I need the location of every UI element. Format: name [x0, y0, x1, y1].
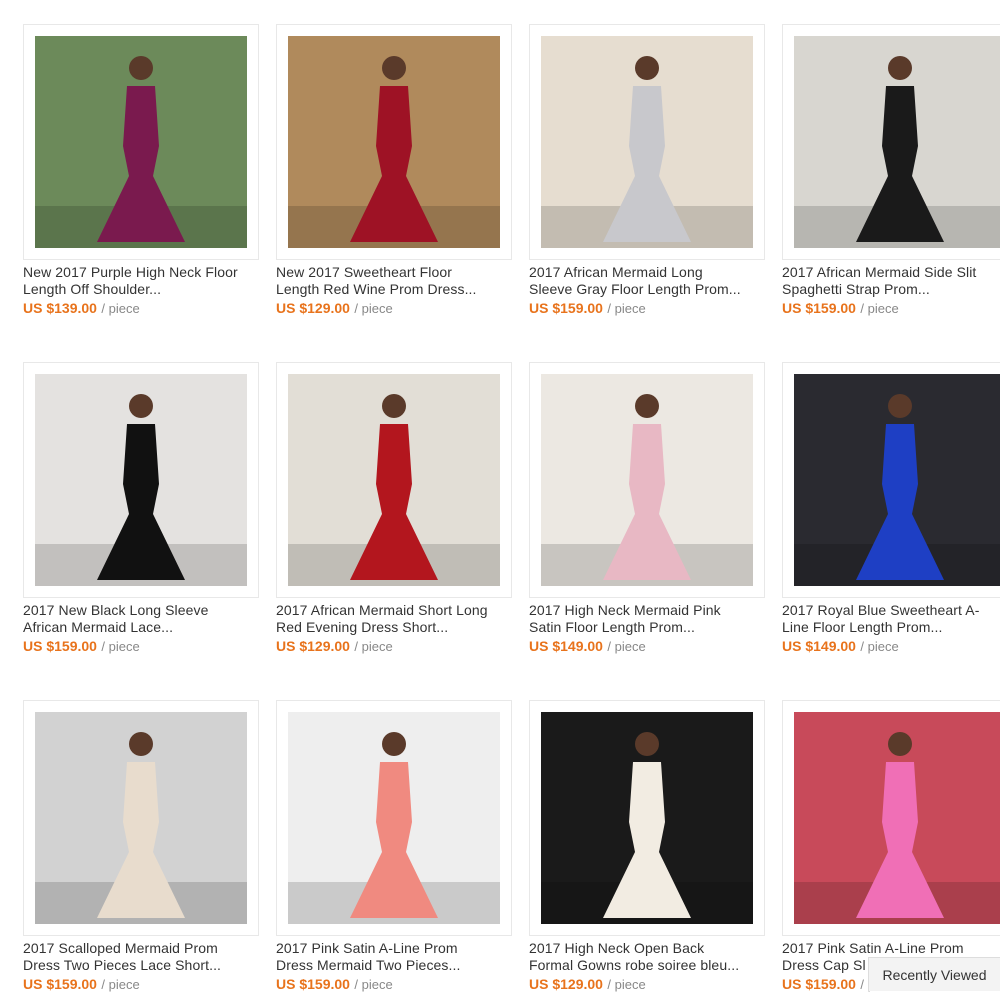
product-thumbnail[interactable]	[276, 700, 512, 936]
price-unit: / piece	[354, 639, 393, 654]
product-title-line[interactable]: Line Floor Length Prom...	[782, 619, 1000, 636]
product-thumbnail[interactable]	[276, 24, 512, 260]
product-thumbnail[interactable]	[782, 700, 1000, 936]
price-unit: / piece	[101, 301, 140, 316]
price-row: US $159.00 / piece	[276, 976, 393, 994]
price-unit: / piece	[354, 977, 393, 992]
product-price: US $159.00	[23, 976, 97, 992]
product-price: US $149.00	[529, 638, 603, 654]
product-title-line[interactable]: 2017 African Mermaid Short Long	[276, 602, 516, 619]
price-unit: / piece	[607, 639, 646, 654]
product-thumbnail[interactable]	[23, 24, 259, 260]
product-title[interactable]: 2017 High Neck Mermaid Pink Satin Floor L…	[529, 602, 769, 636]
product-title-line[interactable]: 2017 Scalloped Mermaid Prom	[23, 940, 263, 957]
price-row: US $149.00 / piece	[782, 638, 899, 656]
price-row: US $149.00 / piece	[529, 638, 646, 656]
product-price: US $159.00	[782, 976, 856, 992]
product-thumbnail[interactable]	[276, 362, 512, 598]
product-title-line[interactable]: 2017 High Neck Open Back	[529, 940, 769, 957]
product-title[interactable]: 2017 Royal Blue Sweetheart A- Line Floor …	[782, 602, 1000, 636]
price-row: US $159.00 / piece	[23, 638, 140, 656]
price-unit: / piece	[860, 301, 899, 316]
price-unit: / piece	[607, 301, 646, 316]
price-row: US $129.00 / piece	[276, 638, 393, 656]
product-price: US $159.00	[23, 638, 97, 654]
product-title-line[interactable]: Red Evening Dress Short...	[276, 619, 516, 636]
product-price: US $159.00	[529, 300, 603, 316]
product-title-line[interactable]: 2017 High Neck Mermaid Pink	[529, 602, 769, 619]
product-title-line[interactable]: New 2017 Purple High Neck Floor	[23, 264, 263, 281]
product-title-line[interactable]: 2017 Pink Satin A-Line Prom	[276, 940, 516, 957]
product-thumbnail[interactable]	[529, 362, 765, 598]
product-price: US $159.00	[782, 300, 856, 316]
product-title-line[interactable]: Length Red Wine Prom Dress...	[276, 281, 516, 298]
price-row: US $159.00 / piece	[529, 300, 646, 318]
product-title-line[interactable]: 2017 African Mermaid Long	[529, 264, 769, 281]
product-photo[interactable]	[288, 36, 500, 248]
product-title-line[interactable]: 2017 Pink Satin A-Line Prom	[782, 940, 1000, 957]
product-price: US $129.00	[276, 300, 350, 316]
product-title[interactable]: 2017 High Neck Open Back Formal Gowns rob…	[529, 940, 769, 974]
product-thumbnail[interactable]	[529, 700, 765, 936]
product-title-line[interactable]: 2017 New Black Long Sleeve	[23, 602, 263, 619]
product-title[interactable]: 2017 African Mermaid Short Long Red Eveni…	[276, 602, 516, 636]
product-title[interactable]: 2017 African Mermaid Side Slit Spaghetti …	[782, 264, 1000, 298]
product-title-line[interactable]: Satin Floor Length Prom...	[529, 619, 769, 636]
product-title-line[interactable]: New 2017 Sweetheart Floor	[276, 264, 516, 281]
product-thumbnail[interactable]	[23, 362, 259, 598]
price-unit: / piece	[607, 977, 646, 992]
product-photo[interactable]	[35, 712, 247, 924]
product-title-line[interactable]: African Mermaid Lace...	[23, 619, 263, 636]
product-thumbnail[interactable]	[782, 24, 1000, 260]
product-price: US $129.00	[276, 638, 350, 654]
product-title-line[interactable]: Spaghetti Strap Prom...	[782, 281, 1000, 298]
product-title-line[interactable]: Sleeve Gray Floor Length Prom...	[529, 281, 769, 298]
product-title[interactable]: New 2017 Purple High Neck Floor Length Of…	[23, 264, 263, 298]
product-photo[interactable]	[35, 36, 247, 248]
product-photo[interactable]	[794, 374, 1000, 586]
product-title-line[interactable]: Dress Two Pieces Lace Short...	[23, 957, 263, 974]
product-title[interactable]: 2017 African Mermaid Long Sleeve Gray Flo…	[529, 264, 769, 298]
price-row: US $129.00 / piece	[529, 976, 646, 994]
product-photo[interactable]	[794, 36, 1000, 248]
product-price: US $129.00	[529, 976, 603, 992]
product-price: US $139.00	[23, 300, 97, 316]
product-photo[interactable]	[288, 374, 500, 586]
product-title[interactable]: 2017 New Black Long Sleeve African Mermai…	[23, 602, 263, 636]
price-unit: / piece	[354, 301, 393, 316]
product-photo[interactable]	[541, 712, 753, 924]
price-row: US $129.00 / piece	[276, 300, 393, 318]
price-unit: / piece	[101, 639, 140, 654]
product-price: US $159.00	[276, 976, 350, 992]
product-title-line[interactable]: Length Off Shoulder...	[23, 281, 263, 298]
product-grid: New 2017 Purple High Neck Floor Length Of…	[0, 0, 1000, 994]
product-photo[interactable]	[541, 374, 753, 586]
price-row: US $139.00 / piece	[23, 300, 140, 318]
product-title-line[interactable]: Formal Gowns robe soiree bleu...	[529, 957, 769, 974]
product-title[interactable]: 2017 Pink Satin A-Line Prom Dress Mermaid…	[276, 940, 516, 974]
price-row: US $159.00 / piece	[782, 300, 899, 318]
product-photo[interactable]	[794, 712, 1000, 924]
recently-viewed-tab[interactable]: Recently Viewed	[868, 957, 1000, 991]
product-title-line[interactable]: 2017 African Mermaid Side Slit	[782, 264, 1000, 281]
product-photo[interactable]	[288, 712, 500, 924]
product-price: US $149.00	[782, 638, 856, 654]
price-unit: / piece	[101, 977, 140, 992]
product-title[interactable]: New 2017 Sweetheart Floor Length Red Wine…	[276, 264, 516, 298]
product-photo[interactable]	[541, 36, 753, 248]
price-unit: / piece	[860, 639, 899, 654]
product-thumbnail[interactable]	[529, 24, 765, 260]
price-row: US $159.00 / piece	[23, 976, 140, 994]
product-title[interactable]: 2017 Scalloped Mermaid Prom Dress Two Pie…	[23, 940, 263, 974]
product-thumbnail[interactable]	[782, 362, 1000, 598]
product-title-line[interactable]: Dress Mermaid Two Pieces...	[276, 957, 516, 974]
product-photo[interactable]	[35, 374, 247, 586]
product-title-line[interactable]: 2017 Royal Blue Sweetheart A-	[782, 602, 1000, 619]
product-thumbnail[interactable]	[23, 700, 259, 936]
